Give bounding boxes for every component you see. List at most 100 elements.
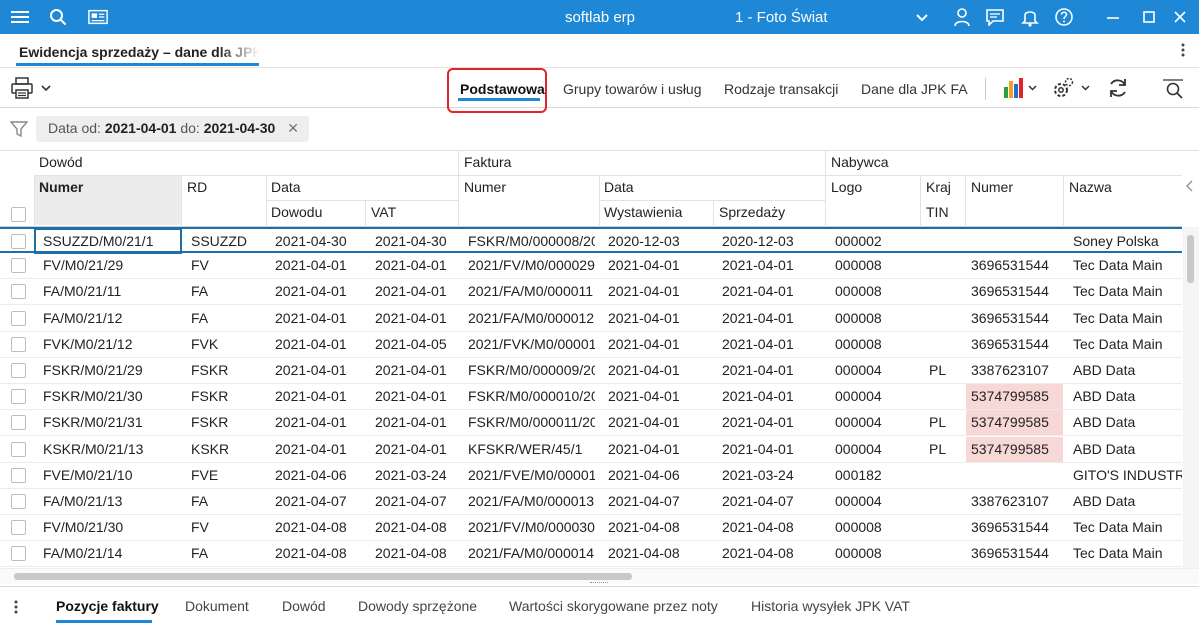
cell-wystawienia[interactable]: 2020-12-03 <box>603 229 713 254</box>
cell-n-numer[interactable]: 3387623107 <box>966 489 1063 514</box>
search-icon[interactable] <box>48 7 68 27</box>
column-header-wystawienia[interactable]: Wystawienia <box>604 204 682 220</box>
cell-numer[interactable]: FVE/M0/21/10 <box>38 463 182 488</box>
cell-vat[interactable]: 2021-04-01 <box>370 410 458 435</box>
cell-rd[interactable]: SSUZZD <box>186 229 266 254</box>
table-row[interactable]: FA/M0/21/14 FA 2021-04-08 2021-04-08 2021/FA… <box>0 541 1182 568</box>
cell-sprzedazy[interactable]: 2021-04-08 <box>717 541 825 566</box>
cell-numer[interactable]: FA/M0/21/11 <box>38 279 182 304</box>
more-options-icon[interactable] <box>1181 42 1185 61</box>
company-selector[interactable]: 1 - Foto Świat <box>735 9 828 26</box>
table-row[interactable]: FVK/M0/21/12 FVK 2021-04-01 2021-04-05 2021/… <box>0 332 1182 358</box>
cell-kraj[interactable] <box>924 515 965 540</box>
cell-rd[interactable]: FV <box>186 253 266 278</box>
cell-wystawienia[interactable]: 2021-04-01 <box>603 437 713 462</box>
cell-sprzedazy[interactable]: 2021-04-01 <box>717 306 825 331</box>
column-header-faktura-numer[interactable]: Numer <box>464 179 506 195</box>
printer-icon[interactable] <box>10 77 34 102</box>
cell-kraj[interactable] <box>924 306 965 331</box>
cell-nazwa[interactable]: Tec Data Main <box>1068 253 1182 278</box>
cell-sprzedazy[interactable]: 2021-04-01 <box>717 279 825 304</box>
tab-grupy-towarow[interactable]: Grupy towarów i usług <box>563 81 702 97</box>
tab-dowody-sprzezone[interactable]: Dowody sprzężone <box>358 598 477 614</box>
tab-rodzaje-transakcji[interactable]: Rodzaje transakcji <box>724 81 838 97</box>
column-header-rd[interactable]: RD <box>187 179 207 195</box>
date-filter-chip[interactable]: Data od: 2021-04-01 do: 2021-04-30 ✕ <box>36 116 309 142</box>
cell-wystawienia[interactable]: 2021-04-01 <box>603 253 713 278</box>
cell-dowodu[interactable]: 2021-04-08 <box>270 541 365 566</box>
vertical-scrollbar[interactable] <box>1183 227 1199 568</box>
cell-numer[interactable]: SSUZZD/M0/21/1 <box>38 229 182 254</box>
cell-logo[interactable]: 000004 <box>830 437 920 462</box>
cell-logo[interactable]: 000004 <box>830 410 920 435</box>
cell-sprzedazy[interactable]: 2021-04-01 <box>717 437 825 462</box>
cell-nazwa[interactable]: ABD Data <box>1068 437 1182 462</box>
cell-numer[interactable]: FSKR/M0/21/31 <box>38 410 182 435</box>
cell-wystawienia[interactable]: 2021-04-01 <box>603 358 713 383</box>
cell-kraj[interactable] <box>924 541 965 566</box>
cell-wystawienia[interactable]: 2021-04-01 <box>603 332 713 357</box>
row-checkbox[interactable] <box>11 258 26 274</box>
table-row[interactable]: FA/M0/21/12 FA 2021-04-01 2021-04-01 2021/FA… <box>0 306 1182 332</box>
row-checkbox[interactable] <box>11 336 26 352</box>
document-tab[interactable]: Ewidencja sprzedaży – dane dla JPK VAT <box>19 44 259 60</box>
cell-rd[interactable]: FSKR <box>186 358 266 383</box>
tab-wartosci-skorygowane[interactable]: Wartości skorygowane przez noty <box>509 598 718 614</box>
chevron-down-icon[interactable] <box>40 80 52 96</box>
cell-vat[interactable]: 2021-04-01 <box>370 253 458 278</box>
column-header-dowodu[interactable]: Dowodu <box>271 204 322 220</box>
news-icon[interactable] <box>88 7 108 27</box>
cell-f-numer[interactable]: 2021/FV/M0/000029 <box>463 253 595 278</box>
cell-nazwa[interactable]: Tec Data Main <box>1068 515 1182 540</box>
cell-n-numer[interactable]: 3696531544 <box>966 515 1063 540</box>
cell-vat[interactable]: 2021-03-24 <box>370 463 458 488</box>
scroll-left-icon[interactable] <box>1184 179 1194 196</box>
cell-sprzedazy[interactable]: 2021-04-07 <box>717 489 825 514</box>
remove-filter-icon[interactable]: ✕ <box>287 120 299 136</box>
cell-n-numer[interactable]: 5374799585 <box>966 436 1063 462</box>
cell-n-numer[interactable]: 3696531544 <box>966 279 1063 304</box>
table-row[interactable]: FA/M0/21/13 FA 2021-04-07 2021-04-07 2021/FA… <box>0 489 1182 515</box>
cell-dowodu[interactable]: 2021-04-01 <box>270 279 365 304</box>
cell-vat[interactable]: 2021-04-01 <box>370 279 458 304</box>
cell-numer[interactable]: FA/M0/21/12 <box>38 306 182 331</box>
tab-dane-jpk-fa[interactable]: Dane dla JPK FA <box>861 81 968 97</box>
cell-sprzedazy[interactable]: 2021-04-01 <box>717 410 825 435</box>
cell-wystawienia[interactable]: 2021-04-08 <box>603 515 713 540</box>
cell-numer[interactable]: FVK/M0/21/12 <box>38 332 182 357</box>
user-icon[interactable] <box>952 7 972 27</box>
chat-icon[interactable] <box>985 7 1005 27</box>
filter-icon[interactable] <box>9 120 29 141</box>
cell-sprzedazy[interactable]: 2020-12-03 <box>717 229 825 254</box>
table-row[interactable]: FV/M0/21/30 FV 2021-04-08 2021-04-08 2021/FV… <box>0 515 1182 542</box>
cell-nazwa[interactable]: Tec Data Main <box>1068 279 1182 304</box>
row-checkbox[interactable] <box>11 389 26 405</box>
cell-vat[interactable]: 2021-04-01 <box>370 358 458 383</box>
cell-n-numer[interactable]: 5374799585 <box>966 410 1063 436</box>
cell-numer[interactable]: FA/M0/21/14 <box>38 541 182 566</box>
select-all-checkbox[interactable] <box>11 207 26 222</box>
cell-dowodu[interactable]: 2021-04-01 <box>270 437 365 462</box>
cell-rd[interactable]: FA <box>186 279 266 304</box>
cell-logo[interactable]: 000002 <box>830 229 920 254</box>
cell-numer[interactable]: FV/M0/21/29 <box>38 253 182 278</box>
cell-vat[interactable]: 2021-04-05 <box>370 332 458 357</box>
cell-sprzedazy[interactable]: 2021-03-24 <box>717 463 825 488</box>
table-row[interactable]: FSKR/M0/21/31 FSKR 2021-04-01 2021-04-01 FSK… <box>0 410 1182 437</box>
search-panel-icon[interactable] <box>1162 78 1184 103</box>
column-header-tin[interactable]: TIN <box>926 204 949 220</box>
table-row[interactable]: FVE/M0/21/10 FVE 2021-04-06 2021-03-24 2021/… <box>0 463 1182 489</box>
cell-f-numer[interactable]: 2021/FA/M0/000012 <box>463 306 595 331</box>
refresh-icon[interactable] <box>1107 77 1129 102</box>
row-checkbox[interactable] <box>11 467 26 483</box>
minimize-icon[interactable] <box>1103 7 1123 27</box>
cell-nazwa[interactable]: Soney Polska <box>1068 229 1182 254</box>
cell-sprzedazy[interactable]: 2021-04-01 <box>717 253 825 278</box>
cell-vat[interactable]: 2021-04-30 <box>370 229 458 254</box>
maximize-icon[interactable] <box>1139 7 1159 27</box>
cell-wystawienia[interactable]: 2021-04-08 <box>603 541 713 566</box>
more-options-icon[interactable] <box>14 599 18 618</box>
cell-dowodu[interactable]: 2021-04-01 <box>270 332 365 357</box>
cell-logo[interactable]: 000008 <box>830 306 920 331</box>
cell-kraj[interactable] <box>924 332 965 357</box>
